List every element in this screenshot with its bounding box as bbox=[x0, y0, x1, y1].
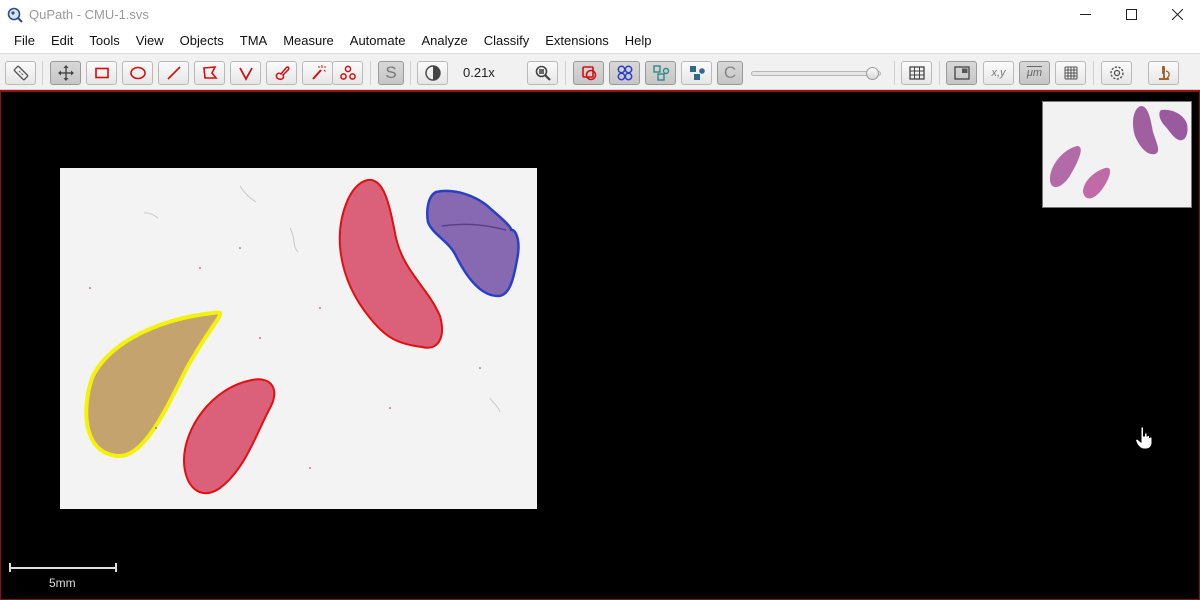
show-location-button[interactable]: x,y bbox=[983, 61, 1014, 85]
magnifier-icon bbox=[535, 65, 551, 81]
ellipse-tool-button[interactable] bbox=[122, 61, 153, 85]
maximize-icon bbox=[1125, 9, 1137, 20]
image-viewer[interactable]: 5mm bbox=[0, 90, 1200, 600]
slide-image[interactable] bbox=[60, 168, 537, 509]
menu-objects[interactable]: Objects bbox=[172, 29, 232, 53]
polygon-tool-button[interactable] bbox=[194, 61, 225, 85]
menu-classify[interactable]: Classify bbox=[476, 29, 538, 53]
window-title: QuPath - CMU-1.svs bbox=[29, 7, 149, 22]
hand-cursor-icon bbox=[1135, 426, 1153, 450]
wand-tool-button[interactable] bbox=[302, 61, 333, 85]
title-bar: QuPath - CMU-1.svs bbox=[0, 0, 1200, 29]
brightness-contrast-button[interactable] bbox=[417, 61, 448, 85]
points-tool-button[interactable] bbox=[332, 61, 363, 85]
overview-tissue-upper bbox=[1133, 106, 1159, 155]
rectangle-icon bbox=[94, 67, 109, 79]
line-tool-button[interactable] bbox=[158, 61, 189, 85]
slide-svg bbox=[84, 178, 520, 495]
move-tool-button[interactable] bbox=[50, 61, 81, 85]
annotations-icon bbox=[581, 66, 596, 81]
menu-extensions[interactable]: Extensions bbox=[537, 29, 617, 53]
selection-mode-button[interactable]: S bbox=[378, 61, 404, 85]
menu-tma[interactable]: TMA bbox=[232, 29, 275, 53]
menu-edit[interactable]: Edit bbox=[43, 29, 81, 53]
overview-tissue-lower bbox=[1083, 167, 1111, 199]
scale-bar: 5mm bbox=[9, 562, 117, 592]
annotation-blue[interactable] bbox=[426, 189, 520, 298]
measure-ruler-icon bbox=[13, 65, 28, 81]
window-controls bbox=[1062, 0, 1200, 29]
opacity-slider[interactable] bbox=[751, 67, 887, 80]
menu-file[interactable]: File bbox=[6, 29, 43, 53]
polyline-tool-button[interactable] bbox=[230, 61, 261, 85]
menu-view[interactable]: View bbox=[128, 29, 172, 53]
log-button[interactable] bbox=[1148, 61, 1179, 85]
measurement-table-button[interactable] bbox=[901, 61, 932, 85]
opacity-slider-track bbox=[751, 71, 881, 76]
overview-icon bbox=[953, 66, 970, 80]
menu-measure[interactable]: Measure bbox=[275, 29, 342, 53]
scalebar-label: μm bbox=[1026, 67, 1043, 79]
menu-analyze[interactable]: Analyze bbox=[413, 29, 475, 53]
menu-bar: File Edit Tools View Objects TMA Measure… bbox=[0, 29, 1200, 53]
menu-automate[interactable]: Automate bbox=[342, 29, 414, 53]
fill-detections-icon bbox=[689, 66, 705, 80]
menu-tools[interactable]: Tools bbox=[81, 29, 127, 53]
tma-grid-icon bbox=[617, 65, 632, 81]
ellipse-icon bbox=[129, 66, 146, 80]
show-overview-button[interactable] bbox=[946, 61, 977, 85]
zoom-to-fit-button[interactable] bbox=[527, 61, 558, 85]
table-icon bbox=[908, 66, 925, 80]
debris-mark bbox=[489, 397, 501, 413]
rectangle-tool-button[interactable] bbox=[86, 61, 117, 85]
brush-tool-button[interactable] bbox=[266, 61, 297, 85]
move-icon bbox=[57, 65, 74, 81]
show-annotations-button[interactable] bbox=[573, 61, 604, 85]
location-label: x,y bbox=[991, 67, 1006, 79]
brush-icon bbox=[275, 66, 290, 80]
show-connections-button[interactable]: C bbox=[717, 61, 743, 85]
overview-thumbnail[interactable] bbox=[1042, 101, 1192, 208]
zoom-level: 0.21x bbox=[463, 65, 495, 80]
line-icon bbox=[166, 66, 181, 80]
debris-mark bbox=[143, 212, 159, 219]
menu-help[interactable]: Help bbox=[617, 29, 660, 53]
overview-svg bbox=[1049, 106, 1188, 199]
points-icon bbox=[339, 65, 356, 80]
opacity-slider-thumb[interactable] bbox=[866, 67, 879, 80]
fill-detections-button[interactable] bbox=[681, 61, 712, 85]
preferences-button[interactable] bbox=[1101, 61, 1132, 85]
close-icon bbox=[1171, 9, 1183, 20]
annotation-red-upper[interactable] bbox=[338, 178, 443, 349]
microscope-icon bbox=[1158, 66, 1170, 80]
show-grid-button[interactable] bbox=[1055, 61, 1086, 85]
overview-tissue-tan bbox=[1049, 146, 1081, 188]
detections-icon bbox=[652, 65, 669, 81]
polyline-icon bbox=[238, 67, 253, 81]
debris-mark bbox=[289, 227, 299, 253]
toolbar: S 0.21x C x,y μm bbox=[0, 53, 1200, 90]
show-detections-button[interactable] bbox=[645, 61, 676, 85]
analysis-pane-button[interactable] bbox=[5, 61, 36, 85]
overview-tissue-purple bbox=[1159, 109, 1188, 141]
close-button[interactable] bbox=[1154, 0, 1200, 29]
scale-label: 5mm bbox=[49, 576, 76, 590]
minimize-button[interactable] bbox=[1062, 0, 1108, 29]
contrast-icon bbox=[424, 65, 441, 81]
connections-label: C bbox=[723, 63, 737, 82]
selection-mode-label: S bbox=[385, 63, 397, 82]
polygon-icon bbox=[202, 66, 218, 79]
magic-wand-icon bbox=[311, 65, 326, 80]
maximize-button[interactable] bbox=[1108, 0, 1154, 29]
show-scalebar-button[interactable]: μm bbox=[1019, 61, 1050, 85]
grid-icon bbox=[1064, 66, 1077, 80]
gear-icon bbox=[1109, 66, 1124, 80]
annotation-red-lower[interactable] bbox=[182, 378, 276, 495]
qupath-logo-icon bbox=[7, 7, 23, 23]
debris-mark bbox=[239, 185, 257, 203]
minimize-icon bbox=[1079, 14, 1091, 15]
show-tma-grid-button[interactable] bbox=[609, 61, 640, 85]
